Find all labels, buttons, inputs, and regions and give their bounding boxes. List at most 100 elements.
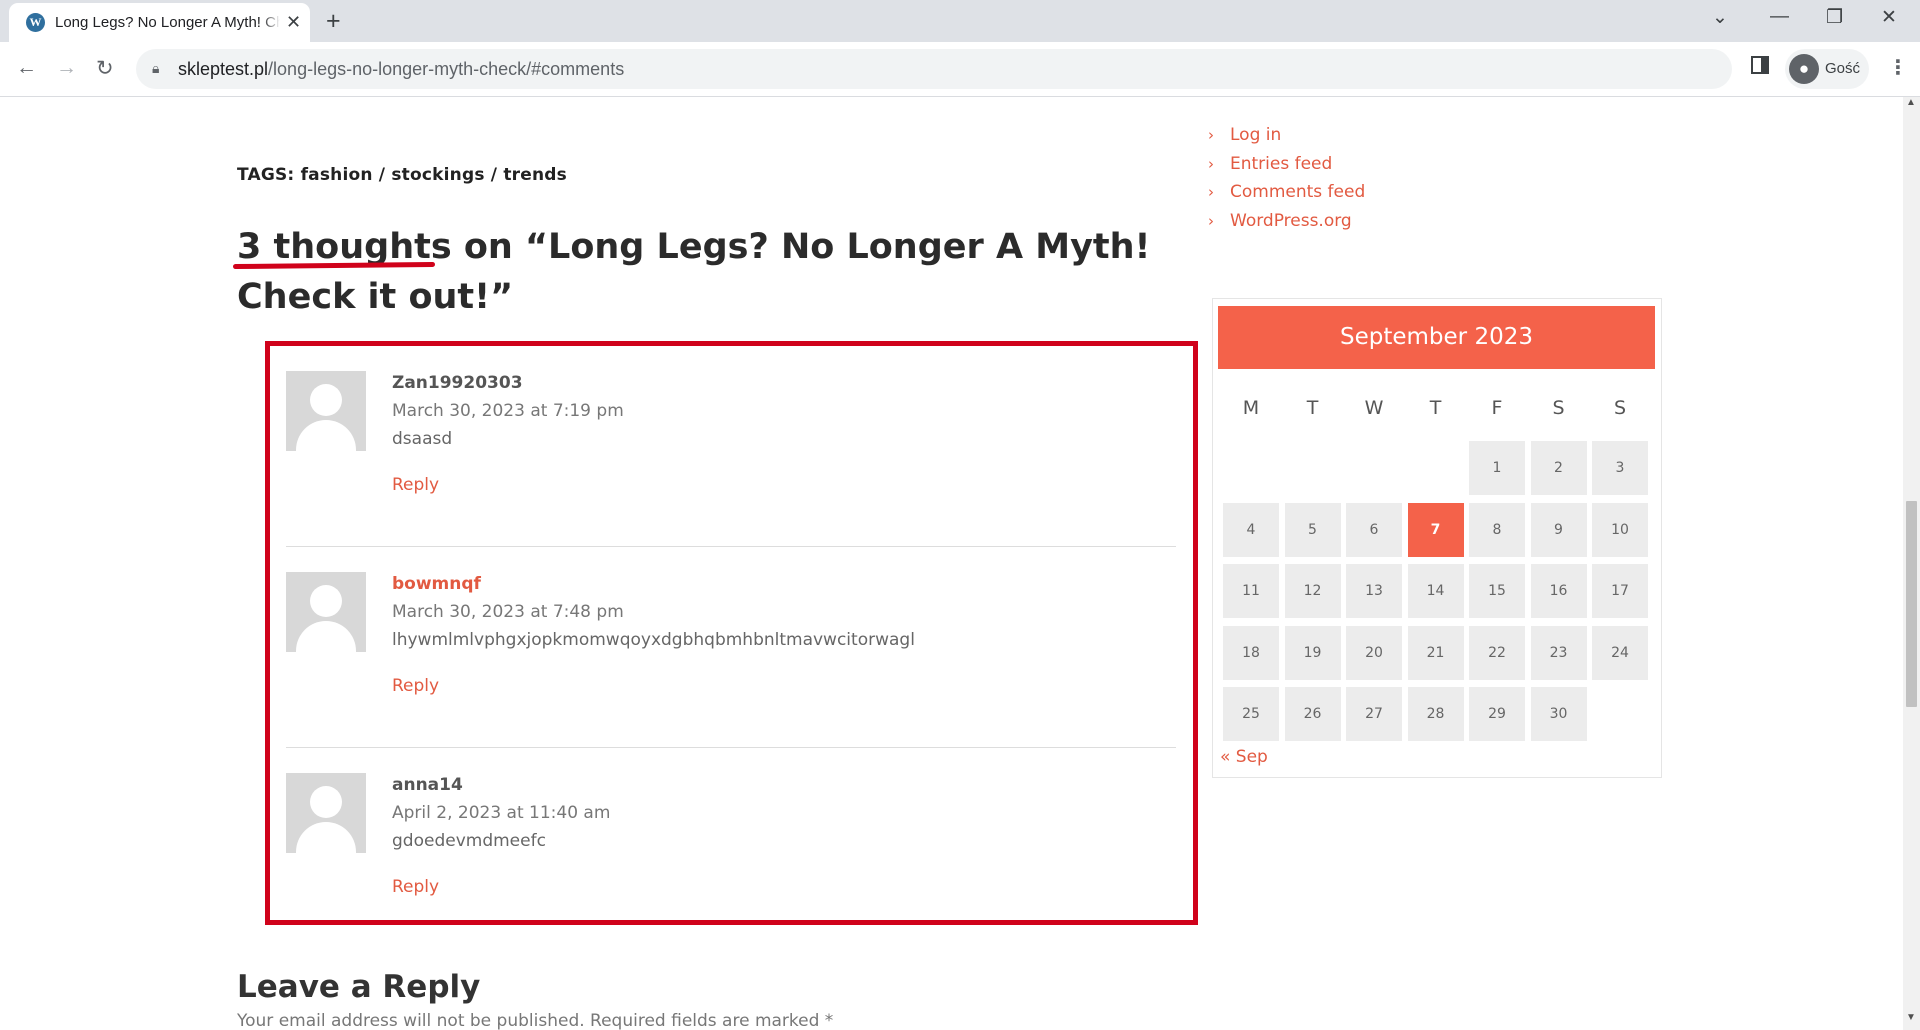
new-tab-icon[interactable]: + [326,7,341,36]
calendar-widget: September 2023 « Sep M T W T F S S 1 2 3 4 5 6 7 8 9 10 1… [1212,298,1662,778]
comment-date[interactable]: March 30, 2023 at 7:19 pm [392,401,624,421]
lock-icon[interactable]: 🔒︎ [152,60,159,77]
calendar-day: 2 [1530,441,1587,495]
calendar-day: 24 [1592,625,1648,680]
meta-link-wordpress-org[interactable]: WordPress.org [1230,211,1352,231]
kebab-menu-icon[interactable]: ⋮ [1888,55,1908,80]
calendar-prev-month-link[interactable]: « Sep [1220,747,1268,767]
avatar [286,371,366,451]
calendar-day: 3 [1592,441,1648,495]
comment-author-link[interactable]: bowmnqf [392,574,481,594]
tag-separator: / [378,165,386,185]
chevron-right-icon: › [1208,126,1214,144]
tab-title: Long Legs? No Longer A Myth! Check it ou… [55,14,280,31]
scrollbar-thumb[interactable] [1906,501,1917,707]
profile-avatar-icon: ● [1789,54,1819,84]
calendar-weekday: M [1242,397,1260,419]
calendar-day: 12 [1284,564,1341,618]
side-panel-icon[interactable] [1751,56,1769,74]
calendar-day: 15 [1469,564,1525,618]
profile-label: Gość [1825,60,1861,77]
tag-separator: / [490,165,498,185]
forward-icon[interactable]: → [56,56,77,80]
calendar-weekday: F [1491,397,1503,419]
calendar-weekday: T [1306,397,1319,419]
comment-item: Zan19920303 March 30, 2023 at 7:19 pm ds… [286,371,1176,547]
comment-divider [286,747,1176,748]
avatar [286,773,366,853]
calendar-day: 5 [1284,502,1341,557]
calendar-day: 17 [1592,564,1648,618]
scroll-down-arrow-icon[interactable]: ▼ [1906,1012,1916,1023]
calendar-day: 25 [1223,687,1279,741]
calendar-day: 27 [1346,687,1402,741]
calendar-month-header: September 2023 [1218,306,1655,369]
avatar-head-shape [310,786,342,818]
meta-links-list: › Log in › Entries feed › Comments feed › Wo… [1208,125,1365,239]
back-icon[interactable]: ← [16,56,37,80]
avatar-body-shape [296,822,356,853]
comment-author: Zan19920303 [392,373,523,393]
page-scrollbar[interactable]: ▲ ▼ [1903,97,1920,1030]
address-bar[interactable]: 🔒︎ skleptest.pl/long-legs-no-longer-myth… [136,49,1732,89]
comment-text: dsaasd [392,429,453,449]
calendar-day: 9 [1530,502,1587,557]
tag-link[interactable]: trends [503,165,567,185]
calendar-day: 14 [1407,564,1464,618]
meta-link-item[interactable]: › Entries feed [1208,154,1365,183]
meta-link-item[interactable]: › Comments feed [1208,182,1365,211]
calendar-weekday: S [1613,397,1627,419]
post-tags: TAGS: fashion / stockings / trends [237,165,567,185]
close-window-icon[interactable]: ✕ [1881,6,1897,29]
reply-link[interactable]: Reply [392,676,439,696]
comment-text: lhywmlmlvphgxjopkmomwqoyxdgbhqbmhbnltmav… [392,630,915,650]
tab-close-icon[interactable]: ✕ [286,12,301,33]
calendar-day: 26 [1284,687,1341,741]
calendar-day: 28 [1407,687,1464,741]
required-fields-note: Your email address will not be published… [237,1011,834,1030]
profile-button[interactable]: ● Gość [1785,49,1869,89]
reply-link[interactable]: Reply [392,475,439,495]
calendar-day: 1 [1469,441,1525,495]
comment-item: anna14 April 2, 2023 at 11:40 am gdoedev… [286,773,1176,897]
calendar-weekday: W [1364,397,1384,419]
tag-link[interactable]: stockings [391,165,484,185]
scroll-up-arrow-icon[interactable]: ▲ [1906,97,1916,108]
calendar-day: 13 [1346,564,1402,618]
restore-icon[interactable]: ❐ [1826,6,1843,29]
reload-icon[interactable]: ↻ [96,56,114,81]
calendar-day: 6 [1346,502,1402,557]
calendar-day: 29 [1469,687,1525,741]
comment-item: bowmnqf March 30, 2023 at 7:48 pm lhywml… [286,572,1176,748]
tag-link[interactable]: fashion [301,165,373,185]
meta-link-item[interactable]: › WordPress.org [1208,211,1365,240]
calendar-day: 16 [1530,564,1587,618]
avatar-body-shape [296,621,356,652]
calendar-day: 19 [1284,625,1341,680]
meta-link-item[interactable]: › Log in [1208,125,1365,154]
tags-label: TAGS: [237,165,295,185]
url-text: skleptest.pl/long-legs-no-longer-myth-ch… [178,59,624,80]
meta-link-entries-feed[interactable]: Entries feed [1230,154,1332,174]
reply-link[interactable]: Reply [392,877,439,897]
calendar-weekday: S [1552,397,1565,419]
calendar-day: 10 [1592,502,1648,557]
calendar-day: 11 [1223,564,1279,618]
avatar-head-shape [310,585,342,617]
tab-search-icon[interactable]: ⌄ [1712,6,1728,29]
browser-tab[interactable]: W Long Legs? No Longer A Myth! Check it … [9,3,310,42]
avatar-body-shape [296,420,356,451]
comment-date[interactable]: March 30, 2023 at 7:48 pm [392,602,624,622]
minimize-icon[interactable]: — [1770,6,1789,28]
comments-title: 3 thoughts on “Long Legs? No Longer A My… [237,222,1177,322]
url-path: /long-legs-no-longer-myth-check/#comment… [268,59,625,79]
comment-divider [286,546,1176,547]
browser-toolbar: ← → ↻ 🔒︎ skleptest.pl/long-legs-no-longe… [0,42,1920,97]
comment-text: gdoedevmdmeefc [392,831,546,851]
calendar-day-today: 7 [1407,502,1464,557]
calendar-day: 8 [1469,502,1525,557]
calendar-day: 23 [1530,625,1587,680]
meta-link-login[interactable]: Log in [1230,125,1281,145]
meta-link-comments-feed[interactable]: Comments feed [1230,182,1365,202]
comment-date[interactable]: April 2, 2023 at 11:40 am [392,803,610,823]
